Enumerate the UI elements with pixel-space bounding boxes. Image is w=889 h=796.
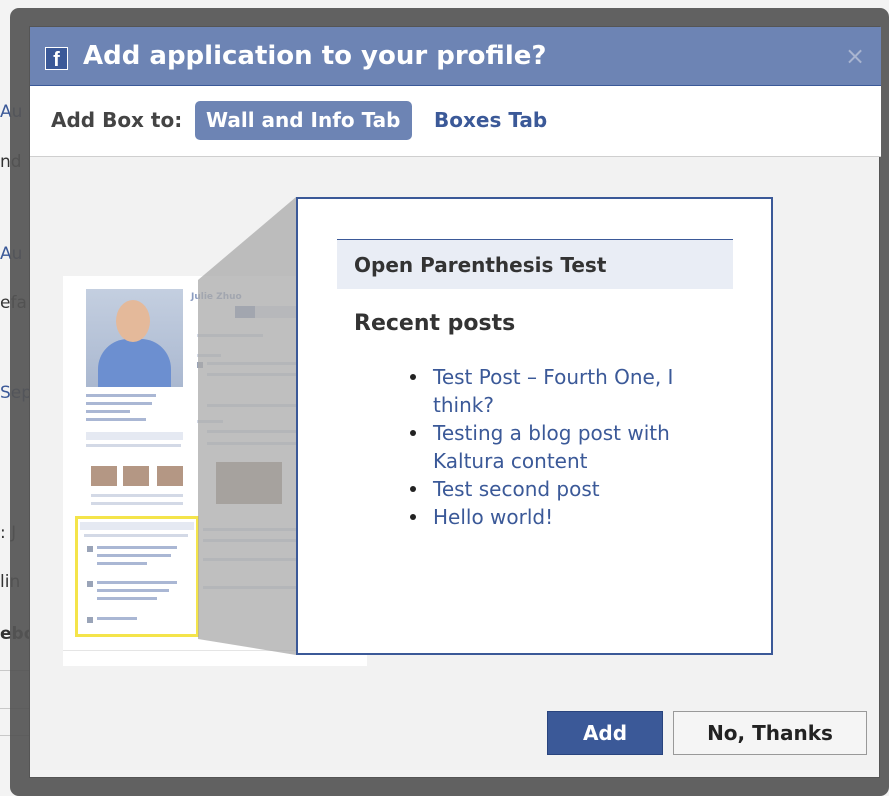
profile-thumbnail-link	[97, 546, 177, 549]
profile-thumbnail-link	[97, 589, 169, 592]
tab-wall-and-info[interactable]: Wall and Info Tab	[195, 101, 412, 140]
profile-thumbnail-text	[207, 442, 297, 445]
close-icon[interactable]: ×	[845, 42, 865, 70]
profile-thumbnail-link	[86, 402, 152, 405]
profile-thumbnail-text	[207, 404, 297, 407]
profile-thumbnail-link	[97, 562, 147, 565]
recent-post-link[interactable]: Test Post – Fourth One, I think?	[410, 363, 720, 419]
profile-photo-head	[116, 300, 150, 342]
profile-thumbnail-feed-icon	[87, 581, 93, 587]
add-button[interactable]: Add	[547, 711, 663, 755]
recent-post-link[interactable]: Test second post	[410, 475, 720, 503]
profile-thumbnail-link	[97, 554, 171, 557]
profile-thumbnail-text	[203, 528, 297, 531]
profile-thumbnail-section-header	[80, 522, 194, 530]
profile-thumbnail-friend-photo	[91, 466, 117, 486]
profile-photo-shirt	[98, 339, 171, 387]
profile-thumbnail-name: Julie Zhuo	[191, 292, 242, 302]
facebook-logo-icon: f	[45, 47, 68, 71]
preview-section-title: Recent posts	[354, 311, 516, 336]
profile-thumbnail-text	[84, 534, 188, 537]
profile-thumbnail-feed-icon	[87, 546, 93, 552]
profile-thumbnail-active-tab	[235, 306, 255, 318]
profile-thumbnail-link	[97, 617, 137, 620]
profile-thumbnail-text	[203, 558, 297, 561]
recent-posts-list: Test Post – Fourth One, I think? Testing…	[410, 363, 720, 531]
recent-post-link[interactable]: Hello world!	[410, 503, 720, 531]
dialog-title: Add application to your profile?	[83, 41, 547, 71]
profile-thumbnail-link	[86, 410, 130, 413]
profile-thumbnail-photo	[216, 462, 282, 504]
profile-thumbnail-text	[197, 334, 263, 337]
box-preview: Open Parenthesis Test Recent posts Test …	[296, 197, 773, 655]
profile-thumbnail-text	[207, 373, 297, 376]
profile-thumbnail-text	[207, 430, 297, 433]
no-thanks-button[interactable]: No, Thanks	[673, 711, 867, 755]
tab-boxes[interactable]: Boxes Tab	[434, 108, 547, 132]
preview-box-header: Open Parenthesis Test	[337, 239, 733, 289]
profile-thumbnail-friend-photo	[123, 466, 149, 486]
recent-post-link[interactable]: Testing a blog post with Kaltura content	[410, 419, 720, 475]
profile-thumbnail-text	[203, 586, 297, 589]
box-location-tabs: Add Box to: Wall and Info Tab Boxes Tab	[30, 86, 881, 157]
profile-thumbnail-friend-photo	[157, 466, 183, 486]
profile-thumbnail-feed-icon	[87, 617, 93, 623]
profile-photo	[86, 289, 183, 387]
profile-thumbnail-link	[86, 418, 146, 421]
profile-thumbnail-link	[97, 581, 177, 584]
profile-thumbnail-text	[86, 444, 181, 447]
profile-thumbnail-text	[91, 494, 183, 497]
profile-thumbnail-text	[203, 539, 297, 542]
add-box-label: Add Box to:	[51, 108, 183, 132]
profile-thumbnail-link	[86, 394, 156, 397]
dialog-title-bar: f Add application to your profile? ×	[30, 27, 881, 86]
add-application-dialog: f Add application to your profile? × Add…	[29, 26, 881, 778]
profile-thumbnail-feed-icon	[197, 362, 203, 368]
profile-thumbnail-section-header	[86, 432, 183, 440]
profile-thumbnail-text	[197, 420, 223, 423]
profile-thumbnail-link	[97, 597, 157, 600]
profile-thumbnail-text	[207, 362, 297, 365]
profile-thumbnail-text	[197, 354, 221, 357]
profile-thumbnail-text	[91, 502, 183, 505]
